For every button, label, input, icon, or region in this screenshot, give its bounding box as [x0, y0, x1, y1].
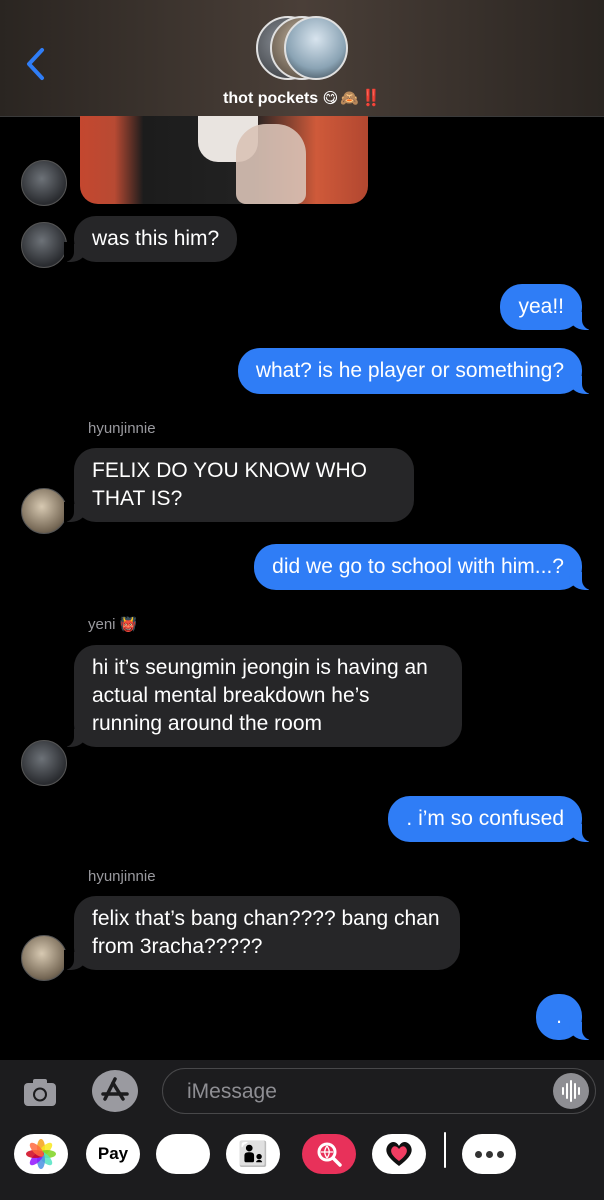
- digital-touch-icon: [386, 1142, 412, 1166]
- image-search-icon: [317, 1142, 342, 1167]
- message-text: yea!!: [518, 295, 564, 318]
- outgoing-message-bubble[interactable]: did we go to school with him...?: [254, 544, 592, 590]
- waveform-icon: [562, 1080, 580, 1102]
- avatar[interactable]: [21, 222, 67, 268]
- avatar[interactable]: [21, 488, 67, 534]
- outgoing-message-bubble[interactable]: what? is he player or something?: [237, 348, 593, 394]
- message-text: hi it’s seungmin jeongin is having an ac…: [92, 656, 428, 735]
- incoming-message-bubble[interactable]: felix that’s bang chan???? bang chan fro…: [64, 896, 460, 970]
- back-button[interactable]: [22, 44, 48, 84]
- group-name[interactable]: thot pockets 😋🙈‼️: [0, 88, 604, 108]
- avatar[interactable]: [21, 935, 67, 981]
- sender-name: yeni 👹: [88, 616, 137, 633]
- monkey-icon: 🐵: [167, 1138, 199, 1169]
- sender-name: hyunjinnie: [88, 868, 156, 885]
- voice-message-button[interactable]: [553, 1073, 589, 1109]
- message-text: was this him?: [92, 227, 220, 250]
- image-attachment[interactable]: [80, 116, 368, 204]
- memoji-stickers-button[interactable]: 👨‍👦: [226, 1134, 280, 1174]
- sender-name-text: yeni: [88, 616, 116, 633]
- avatar[interactable]: [21, 740, 67, 786]
- message-input[interactable]: [185, 1077, 549, 1107]
- incoming-message-bubble[interactable]: FELIX DO YOU KNOW WHO THAT IS?: [64, 448, 414, 522]
- incoming-message-bubble[interactable]: was this him?: [63, 216, 238, 262]
- outgoing-message-bubble[interactable]: . i’m so confused: [388, 796, 592, 842]
- memoji-icon: 👨‍👦: [238, 1140, 268, 1168]
- group-name-emoji: 😋🙈: [322, 90, 361, 107]
- message-text: what? is he player or something?: [255, 359, 564, 382]
- more-icon: [473, 1150, 506, 1158]
- message-text: felix that’s bang chan???? bang chan fro…: [92, 907, 440, 958]
- app-drawer: Pay 🐵 👨‍👦: [0, 1122, 604, 1200]
- incoming-message-bubble[interactable]: hi it’s seungmin jeongin is having an ac…: [64, 645, 462, 747]
- avatar[interactable]: [21, 160, 67, 206]
- group-avatar-stack[interactable]: [256, 16, 352, 80]
- camera-icon: [24, 1079, 56, 1106]
- message-text: FELIX DO YOU KNOW WHO THAT IS?: [92, 459, 367, 510]
- message-text: . i’m so confused: [406, 807, 564, 830]
- drawer-divider: [444, 1132, 446, 1168]
- camera-button[interactable]: [22, 1074, 58, 1110]
- group-member-avatar: [284, 16, 348, 80]
- animoji-button[interactable]: 🐵: [156, 1134, 210, 1174]
- outgoing-message-bubble[interactable]: yea!!: [500, 284, 592, 330]
- image-search-button[interactable]: [302, 1134, 356, 1174]
- digital-touch-button[interactable]: [372, 1134, 426, 1174]
- sender-emoji: 👹: [119, 616, 138, 632]
- photo-detail: [236, 124, 306, 204]
- apple-pay-button[interactable]: Pay: [86, 1134, 140, 1174]
- group-name-text: thot pockets: [223, 90, 319, 107]
- conversation-header: thot pockets 😋🙈‼️: [0, 0, 604, 117]
- message-text: .: [556, 1005, 562, 1028]
- outgoing-message-bubble[interactable]: .: [536, 994, 592, 1040]
- sender-name: hyunjinnie: [88, 420, 156, 437]
- photos-icon: [26, 1139, 56, 1169]
- message-text: did we go to school with him...?: [272, 555, 564, 578]
- app-store-button[interactable]: [92, 1070, 138, 1112]
- chevron-left-icon: [27, 48, 44, 80]
- message-input-field: [162, 1068, 596, 1114]
- apple-pay-label: Pay: [97, 1144, 129, 1163]
- app-store-icon: [101, 1077, 129, 1101]
- more-apps-button[interactable]: [462, 1134, 516, 1174]
- photos-app-button[interactable]: [14, 1134, 68, 1174]
- group-name-exclamation: ‼️: [360, 90, 381, 107]
- composer-bar: Pay 🐵 👨‍👦: [0, 1060, 604, 1200]
